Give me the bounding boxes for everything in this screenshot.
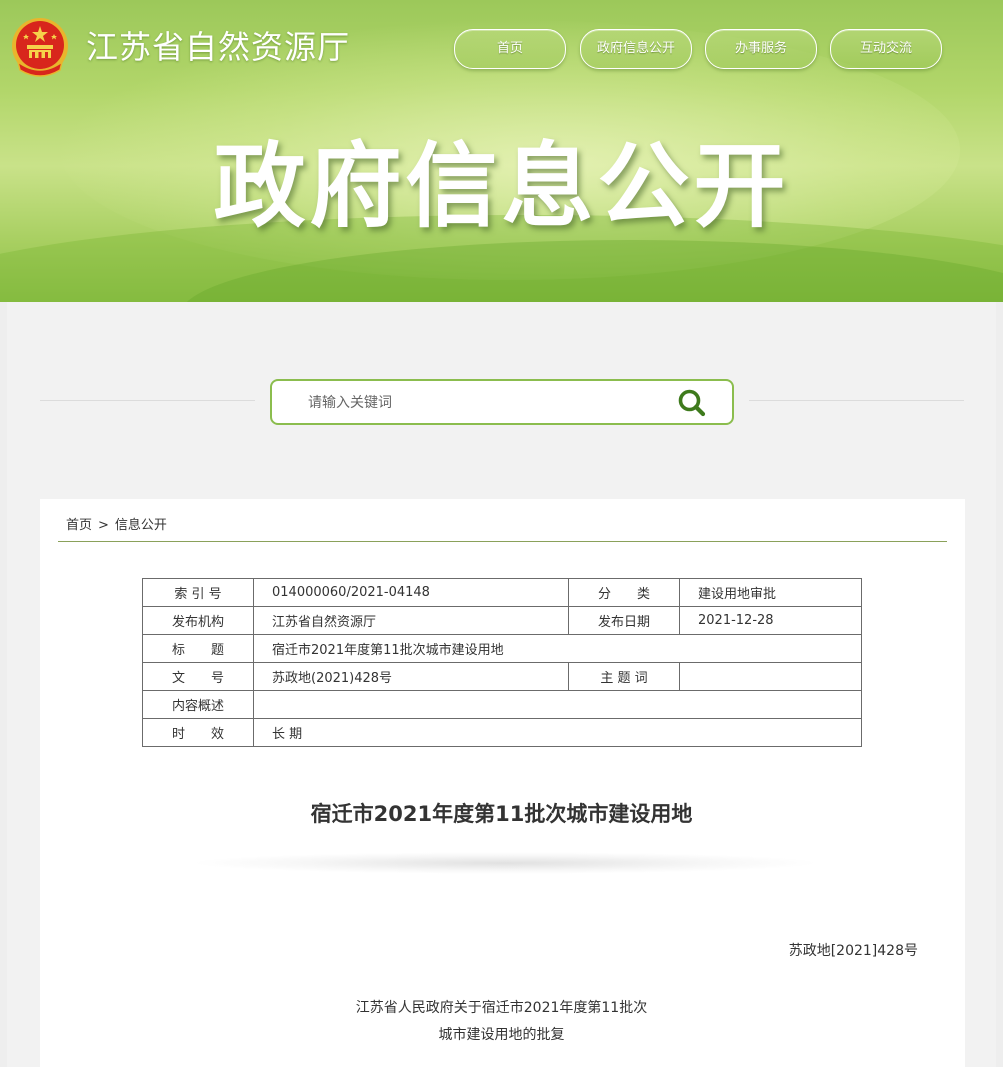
meta-label: 文 号 xyxy=(142,662,254,691)
nav-services-button[interactable]: 办事服务 xyxy=(705,29,817,69)
search-divider-left xyxy=(40,400,255,401)
nav-interaction-button[interactable]: 互动交流 xyxy=(830,29,942,69)
breadcrumb: 首页 > 信息公开 xyxy=(66,514,167,533)
document-heading-line2: 城市建设用地的批复 xyxy=(438,1027,565,1043)
search-icon[interactable] xyxy=(677,388,707,418)
search-input[interactable] xyxy=(306,391,670,415)
document-meta-table: 索 引 号 014000060/2021-04148 分 类 建设用地审批 发布… xyxy=(142,578,862,747)
breadcrumb-home-link[interactable]: 首页 xyxy=(66,514,92,533)
meta-value xyxy=(253,690,862,719)
meta-value: 长 期 xyxy=(253,718,862,747)
meta-value: 建设用地审批 xyxy=(679,578,862,607)
breadcrumb-separator: > xyxy=(98,518,109,533)
meta-value: 2021-12-28 xyxy=(679,606,862,635)
meta-value: 苏政地(2021)428号 xyxy=(253,662,569,691)
meta-label: 内容概述 xyxy=(142,690,254,719)
document-heading-line1: 江苏省人民政府关于宿迁市2021年度第11批次 xyxy=(355,1000,648,1016)
nav-home-button[interactable]: 首页 xyxy=(454,29,566,69)
breadcrumb-current-link[interactable]: 信息公开 xyxy=(115,514,167,533)
document-title: 宿迁市2021年度第11批次城市建设用地 xyxy=(310,802,693,826)
meta-label: 分 类 xyxy=(568,578,680,607)
search-box xyxy=(270,379,734,425)
table-row: 文 号 苏政地(2021)428号 主 题 词 xyxy=(142,662,862,691)
meta-label: 标 题 xyxy=(142,634,254,663)
meta-label: 主 题 词 xyxy=(568,662,680,691)
nav-gov-info-button[interactable]: 政府信息公开 xyxy=(580,29,692,69)
search-divider-right xyxy=(749,400,964,401)
meta-value: 宿迁市2021年度第11批次城市建设用地 xyxy=(253,634,862,663)
table-row: 发布机构 江苏省自然资源厅 发布日期 2021-12-28 xyxy=(142,606,862,635)
meta-label: 索 引 号 xyxy=(142,578,254,607)
header-banner: 江苏省自然资源厅 首页 政府信息公开 办事服务 互动交流 政府信息公开 xyxy=(0,0,1003,302)
breadcrumb-divider xyxy=(58,541,947,542)
national-emblem-icon[interactable] xyxy=(10,16,70,80)
meta-label: 时 效 xyxy=(142,718,254,747)
document-number: 苏政地[2021]428号 xyxy=(788,943,918,959)
hero-title: 政府信息公开 xyxy=(213,133,790,240)
meta-value xyxy=(679,662,862,691)
table-row: 索 引 号 014000060/2021-04148 分 类 建设用地审批 xyxy=(142,578,862,607)
meta-value: 014000060/2021-04148 xyxy=(253,578,569,607)
table-row: 时 效 长 期 xyxy=(142,718,862,747)
meta-label: 发布机构 xyxy=(142,606,254,635)
table-row: 标 题 宿迁市2021年度第11批次城市建设用地 xyxy=(142,634,862,663)
meta-value: 江苏省自然资源厅 xyxy=(253,606,569,635)
meta-label: 发布日期 xyxy=(568,606,680,635)
title-divider-shadow xyxy=(190,852,820,874)
table-row: 内容概述 xyxy=(142,690,862,719)
site-title[interactable]: 江苏省自然资源厅 xyxy=(86,22,350,68)
